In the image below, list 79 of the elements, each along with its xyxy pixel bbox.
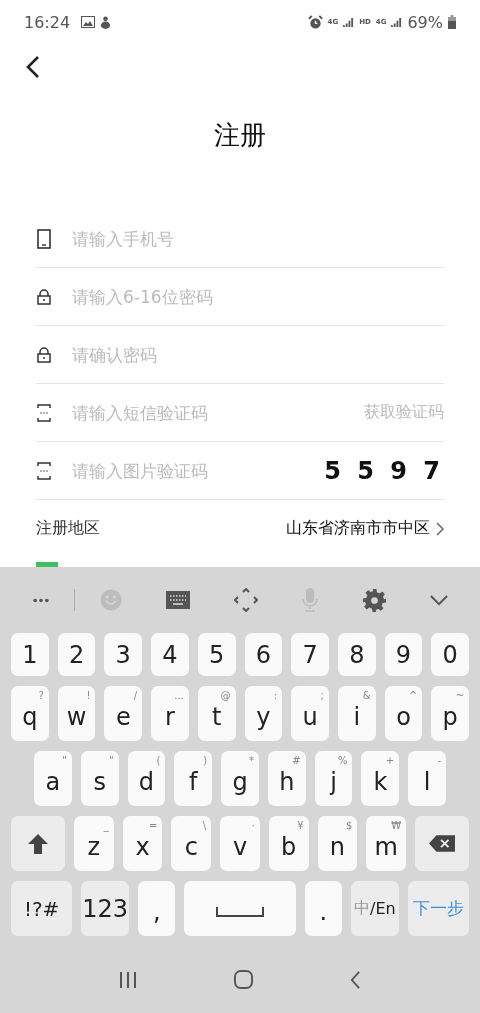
keyboard-key[interactable]: # h: [267, 751, 306, 806]
keyboard-key[interactable]: 2: [57, 633, 96, 676]
page-title: 注册: [213, 119, 267, 152]
more-icon[interactable]: [32, 597, 51, 603]
lock-icon: [36, 346, 52, 363]
keyboard-key[interactable]: " s: [80, 751, 119, 806]
numbers-key[interactable]: 123: [81, 881, 130, 936]
chevron-down-icon[interactable]: [429, 594, 448, 606]
code-icon: [36, 403, 52, 422]
keyboard-key[interactable]: : y: [244, 686, 283, 741]
input-field[interactable]: 请输入手机号: [72, 228, 444, 249]
keyboard-key[interactable]: - l: [408, 751, 447, 806]
input-field[interactable]: 请确认密码: [72, 344, 444, 365]
keyboard-key[interactable]: 1: [11, 633, 49, 676]
keyboard-key[interactable]: ~ p: [431, 686, 470, 741]
keyboard-key[interactable]: = x: [122, 816, 163, 871]
keyboard-key[interactable]: & i: [337, 686, 376, 741]
keyboard-key[interactable]: * g: [221, 751, 259, 806]
keyboard-key[interactable]: _ z: [74, 816, 114, 871]
signal-icon: [391, 16, 403, 28]
back-icon[interactable]: [26, 55, 40, 79]
image-icon: [81, 16, 96, 28]
battery-icon: [448, 15, 456, 29]
keyboard-key[interactable]: / e: [104, 686, 143, 741]
captcha-image[interactable]: 5 5 9 7: [324, 456, 444, 485]
keyboard-key[interactable]: 7: [291, 633, 329, 676]
home-icon[interactable]: [234, 970, 253, 989]
punctuation-key[interactable]: ,: [138, 881, 176, 936]
space-bar-icon: [216, 906, 264, 917]
battery-percent: 69%: [407, 12, 443, 32]
keyboard-key[interactable]: 6: [244, 633, 283, 676]
keyboard-key[interactable]: " a: [34, 751, 72, 806]
shift-key[interactable]: [11, 816, 65, 871]
keyboard-key[interactable]: ... r: [151, 686, 189, 741]
keyboard-key[interactable]: 9: [384, 633, 423, 676]
input-field[interactable]: 请输入图片验证码: [72, 460, 325, 481]
keyboard-key[interactable]: % j: [314, 751, 353, 806]
keyboard-key[interactable]: ₩ m: [366, 816, 407, 871]
figure-icon: [100, 15, 112, 29]
symbols-key[interactable]: !?#: [11, 881, 73, 936]
keyboard-key[interactable]: · v: [220, 816, 260, 871]
space-key[interactable]: [184, 881, 296, 936]
keyboard-key[interactable]: 8: [337, 633, 376, 676]
settings-icon[interactable]: [362, 588, 386, 612]
keyboard-key[interactable]: \ c: [171, 816, 212, 871]
phone-icon: [36, 228, 52, 249]
keyboard-key[interactable]: ) f: [174, 751, 213, 806]
recent-apps-icon[interactable]: [118, 970, 137, 989]
lock-icon: [36, 288, 52, 305]
status-time: 16:24: [24, 12, 71, 32]
keyboard-key[interactable]: 3: [104, 633, 143, 676]
alarm-icon: [307, 14, 323, 30]
keyboard-key[interactable]: 0: [431, 633, 470, 676]
keyboard-icon[interactable]: [165, 591, 190, 609]
chevron-right-icon[interactable]: [436, 521, 444, 536]
keyboard-key[interactable]: 5: [197, 633, 236, 676]
punctuation-key[interactable]: .: [304, 881, 342, 936]
signal-icon: [343, 16, 355, 28]
keyboard-key[interactable]: @ t: [197, 686, 236, 741]
shift-arrow-icon: [27, 832, 49, 855]
backspace-icon: [429, 835, 456, 852]
keyboard-key[interactable]: + k: [361, 751, 400, 806]
language-key[interactable]: 中/En: [350, 881, 399, 936]
keyboard-key[interactable]: ^ o: [384, 686, 423, 741]
back-nav-icon[interactable]: [350, 970, 362, 989]
keyboard-key[interactable]: ! w: [57, 686, 96, 741]
keyboard-key[interactable]: 4: [151, 633, 189, 676]
input-field[interactable]: 请输入6-16位密码: [72, 286, 444, 307]
keyboard-key[interactable]: ( d: [127, 751, 166, 806]
code-icon: [36, 461, 52, 480]
move-arrows-icon[interactable]: [234, 588, 259, 612]
keyboard-key[interactable]: ? q: [11, 686, 49, 741]
keyboard-key[interactable]: ¥ b: [268, 816, 309, 871]
keyboard-key[interactable]: ; u: [291, 686, 329, 741]
input-field[interactable]: 请输入短信验证码: [72, 402, 364, 423]
region-label: 注册地区: [36, 518, 101, 539]
backspace-key[interactable]: [415, 816, 470, 871]
keyboard-key[interactable]: $ n: [317, 816, 358, 871]
region-value[interactable]: 山东省济南市市中区: [286, 518, 430, 539]
